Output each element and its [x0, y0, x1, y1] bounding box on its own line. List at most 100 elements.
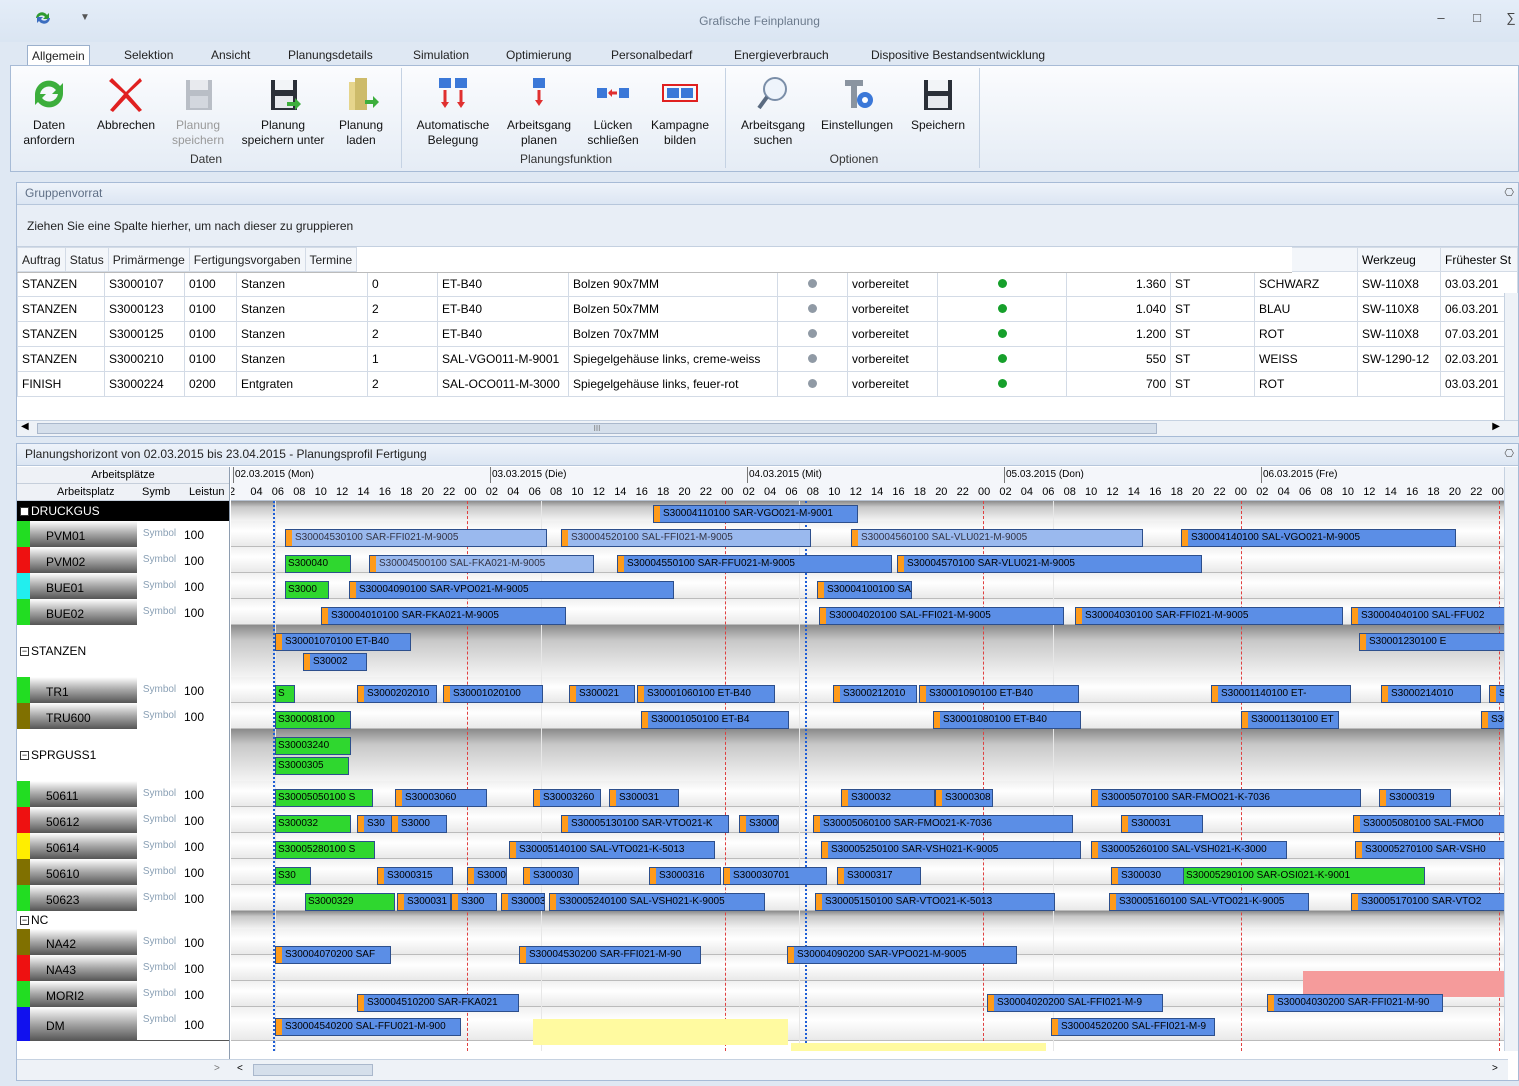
- tab-simulation[interactable]: Simulation: [409, 45, 473, 66]
- tab-optimierung[interactable]: Optimierung: [502, 45, 575, 66]
- operation-bar[interactable]: S300031: [397, 893, 451, 911]
- table-row[interactable]: STANZEN S3000123 0100 Stanzen 2 ET-B40 Bolzen …: [17, 296, 1518, 322]
- workplace-row[interactable]: NA42 Symbol 100: [17, 929, 229, 955]
- operation-bar[interactable]: S300008100: [275, 711, 351, 729]
- operation-bar[interactable]: S30005290100 SAR-OSI021-K-9001: [1183, 867, 1425, 885]
- operation-bar[interactable]: S30004530100 SAR-FFI021-M-9005: [285, 529, 547, 547]
- scroll-right-icon[interactable]: ▶: [1492, 421, 1500, 432]
- abbrechen-button[interactable]: Abbrechen: [93, 66, 159, 152]
- scroll-thumb[interactable]: III: [37, 423, 1157, 434]
- operation-bar[interactable]: S30004560100 SAL-VLU021-M-9005: [851, 529, 1143, 547]
- operation-bar[interactable]: S30005170100 SAR-VTO2: [1351, 893, 1506, 911]
- operation-bar[interactable]: S30005250100 SAR-VSH021-K-9005: [821, 841, 1081, 859]
- operation-bar[interactable]: S30: [357, 815, 395, 833]
- operation-bar[interactable]: S30: [275, 867, 311, 885]
- operation-bar[interactable]: S30001050100 ET-B4: [641, 711, 789, 729]
- operation-bar[interactable]: S30004010100 SAR-FKA021-M-9005: [321, 607, 566, 625]
- einstellungen-button[interactable]: Einstellungen: [817, 66, 897, 152]
- operation-bar[interactable]: S300030701: [723, 867, 827, 885]
- scroll-right-icon[interactable]: >: [1492, 1063, 1498, 1074]
- speichern-button[interactable]: Speichern: [903, 66, 973, 152]
- operation-bar[interactable]: S30004110100 SAR-VGO021-M-9001: [653, 505, 858, 523]
- group-by-area[interactable]: Ziehen Sie eine Spalte hierher, um nach …: [17, 205, 1518, 247]
- operation-bar[interactable]: S3000319: [1379, 789, 1451, 807]
- workplace-row[interactable]: PVM01 Symbol 100: [17, 521, 229, 547]
- operation-bar[interactable]: S30003: [501, 893, 545, 911]
- operation-bar[interactable]: S30001060100 ET-B40: [637, 685, 775, 703]
- workplace-row[interactable]: PVM02 Symbol 100: [17, 547, 229, 573]
- workplace-row[interactable]: BUE01 Symbol 100: [17, 573, 229, 599]
- group-sprguss1[interactable]: − SPRGUSS1: [17, 729, 229, 781]
- operation-bar[interactable]: S: [275, 685, 295, 703]
- operation-bar[interactable]: S30001090100 ET-B40: [919, 685, 1079, 703]
- operation-bar[interactable]: S30004570100 SAR-VLU021-M-9005: [897, 555, 1202, 573]
- operation-bar[interactable]: S30001070100 ET-B40: [275, 633, 411, 651]
- planung-laden-button[interactable]: Planung laden: [337, 66, 385, 152]
- operation-bar[interactable]: S30004070200 SAF: [275, 946, 391, 964]
- gantt-vertical-scrollbar[interactable]: [1504, 467, 1518, 1051]
- operation-bar[interactable]: S3000317: [837, 867, 921, 885]
- workplace-row[interactable]: 50610 Symbol 100: [17, 859, 229, 885]
- column-header[interactable]: Frühester St: [1440, 247, 1518, 272]
- operation-bar[interactable]: S30005260100 SAL-VSH021-K-3000: [1091, 841, 1287, 859]
- scroll-left-icon[interactable]: ◀: [21, 421, 29, 432]
- column-symb[interactable]: Symb: [142, 484, 170, 501]
- operation-bar[interactable]: S30003060: [395, 789, 487, 807]
- tab-dispositive-bestandsentwicklung[interactable]: Dispositive Bestandsentwicklung: [867, 45, 1049, 66]
- operation-bar[interactable]: S300032: [275, 815, 351, 833]
- scroll-right-icon[interactable]: >: [214, 1063, 220, 1074]
- tab-allgemein[interactable]: Allgemein: [27, 45, 90, 66]
- arbeitsgang-planen-button[interactable]: Arbeitsgang planen: [501, 66, 577, 152]
- collapse-icon[interactable]: −: [20, 916, 29, 926]
- minimize-button[interactable]: –: [1430, 10, 1452, 28]
- workplace-row[interactable]: TRU600 Symbol 100: [17, 703, 229, 729]
- operation-bar[interactable]: S30001020100: [443, 685, 543, 703]
- operation-bar[interactable]: S30004550100 SAR-FFU021-M-9005: [617, 555, 892, 573]
- operation-bar[interactable]: S300: [451, 893, 497, 911]
- operation-bar[interactable]: S30005080100 SAL-FMO0: [1353, 815, 1505, 833]
- tab-ansicht[interactable]: Ansicht: [207, 45, 254, 66]
- operation-bar[interactable]: S30002: [303, 653, 367, 671]
- operation-bar[interactable]: S30004020100 SAL-FFI021-M-9005: [819, 607, 1064, 625]
- operation-bar[interactable]: S30004090100 SAR-VPO021-M-9005: [349, 581, 674, 599]
- operation-bar[interactable]: S30004090200 SAR-VPO021-M-9005: [787, 946, 1017, 964]
- column-leistung[interactable]: Leistun: [189, 484, 224, 501]
- tab-personalbedarf[interactable]: Personalbedarf: [607, 45, 696, 66]
- operation-bar[interactable]: S300030: [523, 867, 579, 885]
- collapse-icon[interactable]: −: [20, 751, 29, 761]
- pin-icon[interactable]: ⎔: [1504, 444, 1514, 464]
- operation-bar[interactable]: S3000214010: [1381, 685, 1481, 703]
- scroll-thumb[interactable]: [253, 1064, 373, 1076]
- operation-bar[interactable]: S30004500100 SAL-FKA021-M-9005: [369, 555, 594, 573]
- workplace-row[interactable]: 50612 Symbol 100: [17, 807, 229, 833]
- operation-bar[interactable]: S30004040100 SAL-FFU02: [1351, 607, 1506, 625]
- planung-speichern-unter-button[interactable]: Planung speichern unter: [235, 66, 331, 152]
- operation-bar[interactable]: S30005070100 SAR-FMO021-K-7036: [1091, 789, 1361, 807]
- operation-bar[interactable]: S30004100100 SAL: [817, 581, 912, 599]
- operation-bar[interactable]: S30004530200 SAR-FFI021-M-90: [519, 946, 701, 964]
- operation-bar[interactable]: S30005150100 SAR-VTO021-K-5013: [815, 893, 1055, 911]
- workplace-row[interactable]: DM Symbol 100: [17, 1007, 229, 1041]
- operation-bar[interactable]: S30004520200 SAL-FFI021-M-9: [1051, 1018, 1215, 1036]
- column-arbeitsplatz[interactable]: Arbeitsplatz: [57, 484, 114, 501]
- operation-bar[interactable]: S3000: [285, 581, 329, 599]
- daten-anfordern-button[interactable]: Daten anfordern: [19, 66, 79, 152]
- operation-bar[interactable]: S3000: [467, 867, 507, 885]
- operation-bar[interactable]: S30004030200 SAR-FFI021-M-90: [1267, 994, 1443, 1012]
- operation-bar[interactable]: S30001130100 ET: [1241, 711, 1339, 729]
- operation-bar[interactable]: S3000329: [305, 893, 395, 911]
- operation-bar[interactable]: S30004510200 SAR-FKA021: [357, 994, 519, 1012]
- operation-bar[interactable]: S3000212010: [833, 685, 917, 703]
- operation-bar[interactable]: S30004540200 SAL-FFU021-M-900: [275, 1018, 461, 1036]
- table-row[interactable]: FINISH S3000224 0200 Entgraten 2 SAL-OCO011-M…: [17, 371, 1518, 397]
- kampagne-bilden-button[interactable]: Kampagne bilden: [647, 66, 713, 152]
- planung-speichern-button[interactable]: Planung speichern: [169, 66, 227, 152]
- operation-bar[interactable]: S3000: [391, 815, 447, 833]
- workplace-row[interactable]: MORI2 Symbol 100: [17, 981, 229, 1007]
- operation-bar[interactable]: S30005140100 SAL-VTO021-K-5013: [509, 841, 715, 859]
- operation-bar[interactable]: S3000316: [649, 867, 721, 885]
- operation-bar[interactable]: S3000308: [935, 789, 993, 807]
- operation-bar[interactable]: S300021: [569, 685, 635, 703]
- group-stanzen[interactable]: − STANZEN: [17, 625, 229, 677]
- operation-bar[interactable]: S30005160100 SAL-VTO021-K-9005: [1109, 893, 1309, 911]
